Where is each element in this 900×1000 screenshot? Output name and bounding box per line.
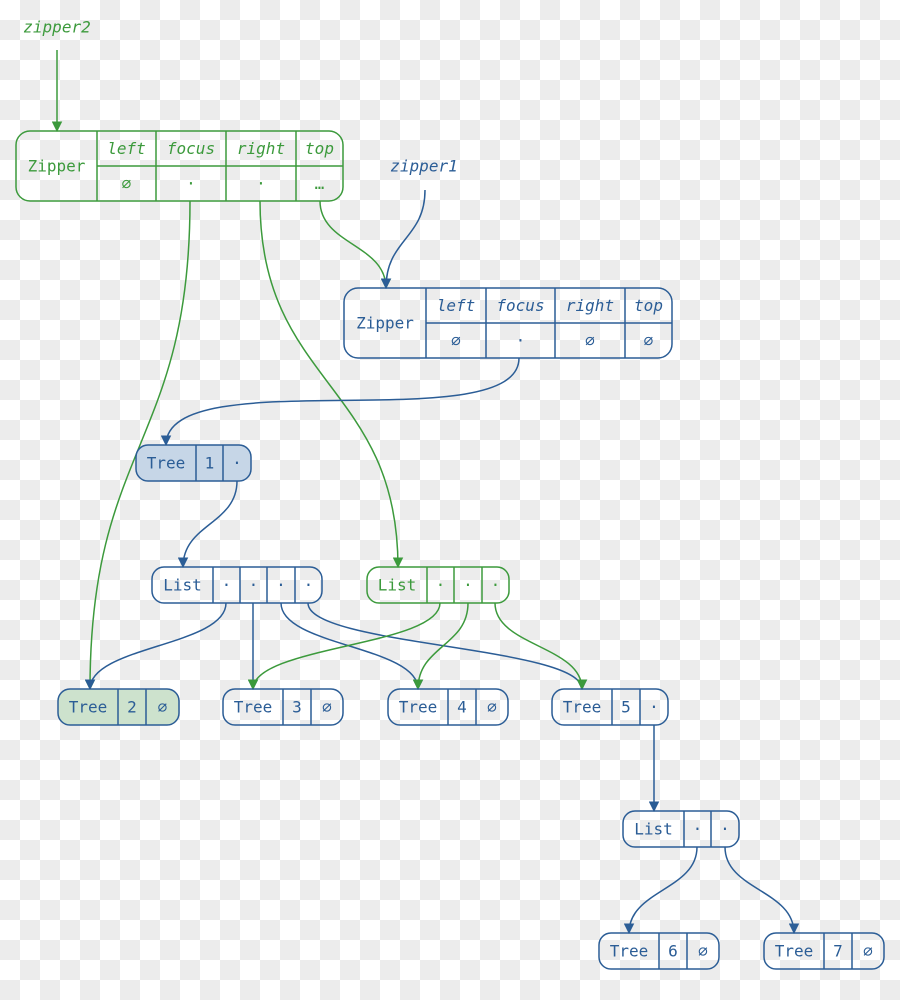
cell: List: [163, 576, 202, 595]
cell: ∅: [158, 698, 168, 717]
field-value: ∅: [451, 331, 461, 350]
field-header: left: [107, 139, 146, 158]
cell: 4: [457, 698, 467, 717]
cell: ·: [720, 820, 730, 839]
cell: ·: [276, 576, 286, 595]
cell: Tree: [69, 698, 108, 717]
tree3-node: Tree 3 ∅: [222, 688, 344, 726]
cell: ·: [491, 576, 501, 595]
cell: ∅: [698, 942, 708, 961]
cell: Tree: [147, 454, 186, 473]
nodes: Zipper left ∅ focus · right · top … Zipper left ∅ fo…: [15, 130, 885, 970]
zipper-title: Zipper: [28, 157, 86, 176]
cell: ·: [693, 820, 703, 839]
field-value: …: [315, 174, 325, 193]
cell: ∅: [487, 698, 497, 717]
tree7-node: Tree 7 ∅: [763, 932, 885, 970]
edge-list2-tree4: [412, 602, 469, 691]
field-header: focus: [167, 139, 215, 158]
zipper2-label: zipper2: [23, 18, 90, 37]
list2-node: List · · ·: [366, 566, 510, 604]
cell: Tree: [234, 698, 273, 717]
field-header: right: [566, 296, 614, 315]
edge-tree1-children: [177, 480, 238, 569]
cell: Tree: [563, 698, 602, 717]
cell: ·: [222, 576, 232, 595]
field-value: ·: [256, 174, 266, 193]
list3-node: List · ·: [622, 810, 740, 848]
field-header: top: [305, 139, 334, 158]
cell: ·: [304, 576, 314, 595]
cell: ·: [249, 576, 259, 595]
cell: ∅: [863, 942, 873, 961]
field-value: ·: [516, 331, 526, 350]
cell: 7: [833, 942, 843, 961]
edge-list2-tree3: [247, 602, 441, 691]
zipper1-label: zipper1: [390, 157, 457, 176]
tree2-node: Tree 2 ∅: [57, 688, 180, 726]
edge-list3-tree7: [724, 846, 800, 935]
tree5-node: Tree 5 ·: [551, 688, 669, 726]
tree6-node: Tree 6 ∅: [598, 932, 720, 970]
cell: List: [634, 820, 673, 839]
edges: [51, 50, 800, 935]
cell: 3: [292, 698, 302, 717]
tree4-node: Tree 4 ∅: [387, 688, 509, 726]
field-header: right: [237, 139, 285, 158]
cell: Tree: [610, 942, 649, 961]
zipper1-node: Zipper left ∅ focus · right ∅ top ∅: [343, 287, 673, 359]
cell: 6: [668, 942, 678, 961]
cell: ·: [463, 576, 473, 595]
cell: ·: [436, 576, 446, 595]
cell: 2: [127, 698, 137, 717]
field-value: ∅: [644, 331, 654, 350]
cell: Tree: [775, 942, 814, 961]
list1-node: List · · · ·: [151, 566, 323, 604]
zipper-title: Zipper: [356, 314, 414, 333]
field-header: left: [437, 296, 476, 315]
cell: ∅: [322, 698, 332, 717]
cell: 5: [621, 698, 631, 717]
edge-zipper2-right: [259, 200, 404, 569]
edge-list2-tree5: [494, 602, 588, 691]
cell: 1: [205, 454, 215, 473]
cell: ·: [649, 698, 659, 717]
zipper2-node: Zipper left ∅ focus · right · top …: [15, 130, 344, 202]
cell: ·: [232, 454, 242, 473]
field-value: ·: [186, 174, 196, 193]
edge-list1-tree2: [84, 602, 227, 691]
cell: Tree: [399, 698, 438, 717]
field-header: focus: [496, 296, 544, 315]
cell: List: [378, 576, 417, 595]
field-value: ∅: [585, 331, 595, 350]
field-value: ∅: [122, 174, 132, 193]
edge-zipper2-top: [319, 200, 392, 290]
tree1-node: Tree 1 ·: [135, 444, 252, 482]
field-header: top: [634, 296, 663, 315]
zipper-diagram: Zipper left ∅ focus · right · top … Zipper left ∅ fo…: [15, 18, 885, 970]
edge-list3-tree6: [623, 846, 698, 935]
edge-zipper1-ref: [380, 189, 426, 290]
